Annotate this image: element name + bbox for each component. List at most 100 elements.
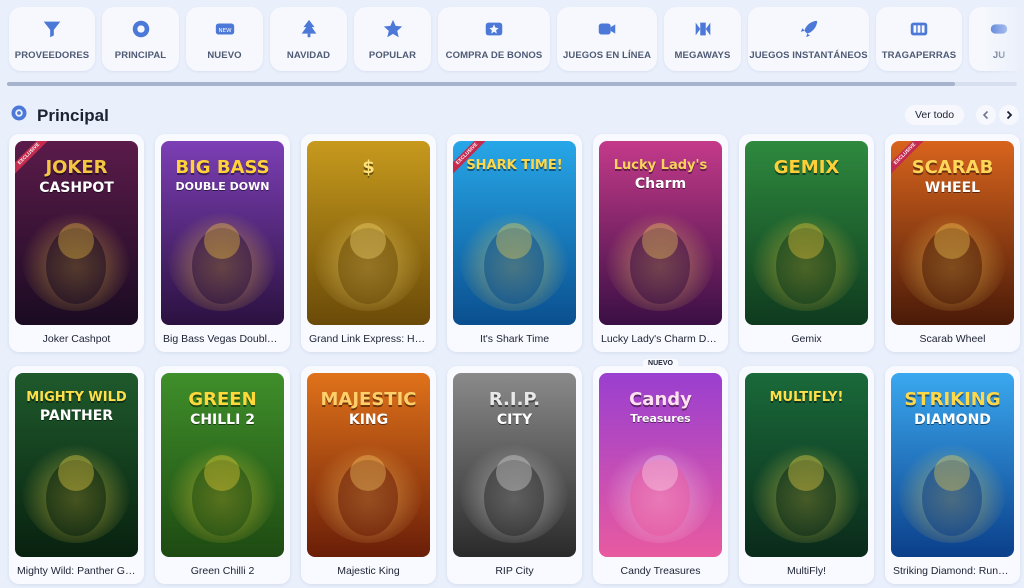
game-thumbnail[interactable]: $ [307, 141, 430, 325]
game-card[interactable]: MIGHTY WILD PANTHER Mighty Wild: Panther G… [9, 366, 144, 584]
section-header: Principal [10, 104, 109, 127]
category-label: NUEVO [207, 50, 242, 61]
game-name[interactable]: Grand Link Express: Hold and Win [307, 333, 430, 345]
game-card[interactable]: Lucky Lady's Charm Lucky Lady's Charm Delu… [593, 134, 728, 352]
game-thumbnail[interactable]: Candy Treasures [599, 373, 722, 557]
game-name[interactable]: Scarab Wheel [891, 333, 1014, 345]
game-name[interactable]: Green Chilli 2 [161, 565, 284, 577]
star-icon [381, 17, 405, 41]
category-juegos-en-l-nea[interactable]: JUEGOS EN LÍNEA [557, 7, 657, 71]
game-name[interactable]: Majestic King [307, 565, 430, 577]
game-name[interactable]: RIP City [453, 565, 576, 577]
category-fade [984, 0, 1024, 80]
gear-icon [129, 17, 153, 41]
category-label: JUEGOS INSTANTÁNEOS [749, 50, 868, 61]
game-card[interactable]: JOKER CASHPOT EXCLUSIVE Joker Cashpot [9, 134, 144, 352]
game-art-subtitle: CHILLI 2 [190, 412, 255, 428]
christmas-tree-icon [297, 17, 321, 41]
game-thumbnail[interactable]: SCARAB WHEEL EXCLUSIVE [891, 141, 1014, 325]
game-card[interactable]: R.I.P. CITY RIP City [447, 366, 582, 584]
game-name[interactable]: Big Bass Vegas Double Down Deluxe [161, 333, 284, 345]
game-art-subtitle: Treasures [630, 412, 691, 425]
previous-button[interactable] [976, 105, 996, 125]
svg-text:NEW: NEW [218, 28, 232, 34]
category-label: PRINCIPAL [114, 50, 167, 61]
category-popular[interactable]: POPULAR [354, 7, 431, 71]
game-art-title: STRIKING [904, 389, 1001, 410]
game-name[interactable]: Candy Treasures [599, 565, 722, 577]
game-name[interactable]: Striking Diamond: Running Wins [891, 565, 1014, 577]
game-name[interactable]: MultiFly! [745, 565, 868, 577]
game-art-subtitle: DOUBLE DOWN [175, 180, 270, 193]
category-label: MEGAWAYS [674, 50, 731, 61]
category-nuevo[interactable]: NEW NUEVO [186, 7, 263, 71]
game-card[interactable]: $ Grand Link Express: Hold and Win [301, 134, 436, 352]
category-navidad[interactable]: NAVIDAD [270, 7, 347, 71]
category-label: COMPRA DE BONOS [445, 50, 543, 61]
category-scrollbar-thumb[interactable] [7, 82, 955, 86]
game-card[interactable]: BIG BASS DOUBLE DOWN Big Bass Vegas Double… [155, 134, 290, 352]
game-card[interactable]: Candy Treasures Candy Treasures NUEVO [593, 359, 728, 584]
game-name[interactable]: Lucky Lady's Charm Deluxe [599, 333, 722, 345]
game-art-subtitle: PANTHER [39, 408, 114, 424]
category-scrollbar[interactable] [7, 82, 1017, 86]
game-thumbnail[interactable]: MULTIFLY! [745, 373, 868, 557]
slot-machine-icon [907, 17, 931, 41]
game-thumbnail[interactable]: STRIKING DIAMOND [891, 373, 1014, 557]
game-grid: JOKER CASHPOT EXCLUSIVE Joker Cashpot BIG BA… [9, 134, 1020, 584]
game-art-title: Candy [629, 389, 692, 410]
game-card[interactable]: MAJESTIC KING Majestic King [301, 366, 436, 584]
category-label: TRAGAPERRAS [881, 50, 957, 61]
category-label: JUEGOS EN LÍNEA [562, 50, 652, 61]
game-art-subtitle: WHEEL [924, 180, 981, 196]
game-thumbnail[interactable]: BIG BASS DOUBLE DOWN [161, 141, 284, 325]
category-principal[interactable]: PRINCIPAL [102, 7, 179, 71]
game-name[interactable]: Joker Cashpot [15, 333, 138, 345]
game-art-title: MAJESTIC [320, 389, 417, 410]
game-art-subtitle: CASHPOT [39, 180, 114, 196]
game-art-title: JOKER [45, 157, 108, 178]
game-card[interactable]: GREEN CHILLI 2 Green Chilli 2 [155, 366, 290, 584]
game-thumbnail[interactable]: MAJESTIC KING [307, 373, 430, 557]
game-art-title: SCARAB [911, 157, 994, 178]
new-tag-icon: NEW [213, 17, 237, 41]
game-thumbnail[interactable]: Lucky Lady's Charm [599, 141, 722, 325]
category-strip: PROVEEDORES PRINCIPAL NEW NUEVO NAVIDAD POPUL… [0, 0, 1024, 88]
chevron-left-icon [982, 110, 989, 120]
game-card[interactable]: SHARK TIME! EXCLUSIVE It's Shark Time [447, 134, 582, 352]
game-thumbnail[interactable]: GREEN CHILLI 2 [161, 373, 284, 557]
game-thumbnail[interactable]: JOKER CASHPOT EXCLUSIVE [15, 141, 138, 325]
game-name[interactable]: Mighty Wild: Panther Grand Diamond [15, 565, 138, 577]
game-thumbnail[interactable]: R.I.P. CITY [453, 373, 576, 557]
new-badge: NUEVO [642, 359, 679, 368]
category-label: POPULAR [368, 50, 417, 61]
game-art-title: Lucky Lady's [613, 158, 708, 173]
game-card[interactable]: SCARAB WHEEL EXCLUSIVE Scarab Wheel [885, 134, 1020, 352]
game-card[interactable]: GEMIX Gemix [739, 134, 874, 352]
game-art-subtitle: Charm [634, 176, 687, 192]
category-juegos-instant-neos[interactable]: JUEGOS INSTANTÁNEOS [748, 7, 869, 71]
category-megaways[interactable]: MEGAWAYS [664, 7, 741, 71]
next-button[interactable] [999, 105, 1019, 125]
game-thumbnail[interactable]: MIGHTY WILD PANTHER [15, 373, 138, 557]
game-art-title: GREEN [188, 389, 257, 410]
game-thumbnail[interactable]: SHARK TIME! EXCLUSIVE [453, 141, 576, 325]
category-label: NAVIDAD [286, 50, 331, 61]
category-tragaperras[interactable]: TRAGAPERRAS [876, 7, 962, 71]
megaways-icon [691, 17, 715, 41]
game-art-title: $ [362, 157, 375, 178]
game-card[interactable]: STRIKING DIAMOND Striking Diamond: Running… [885, 366, 1020, 584]
game-art-title: SHARK TIME! [466, 158, 563, 173]
bonus-star-icon [482, 17, 506, 41]
category-proveedores[interactable]: PROVEEDORES [9, 7, 95, 71]
game-thumbnail[interactable]: GEMIX [745, 141, 868, 325]
live-camera-icon [595, 17, 619, 41]
view-all-button[interactable]: Ver todo [905, 105, 965, 125]
game-art-title: MIGHTY WILD [26, 390, 127, 405]
game-card[interactable]: MULTIFLY! MultiFly! [739, 366, 874, 584]
gear-icon [10, 104, 28, 127]
category-row: PROVEEDORES PRINCIPAL NEW NUEVO NAVIDAD POPUL… [9, 7, 1024, 71]
category-compra-de-bonos[interactable]: COMPRA DE BONOS [438, 7, 550, 71]
game-name[interactable]: Gemix [745, 333, 868, 345]
game-name[interactable]: It's Shark Time [453, 333, 576, 345]
